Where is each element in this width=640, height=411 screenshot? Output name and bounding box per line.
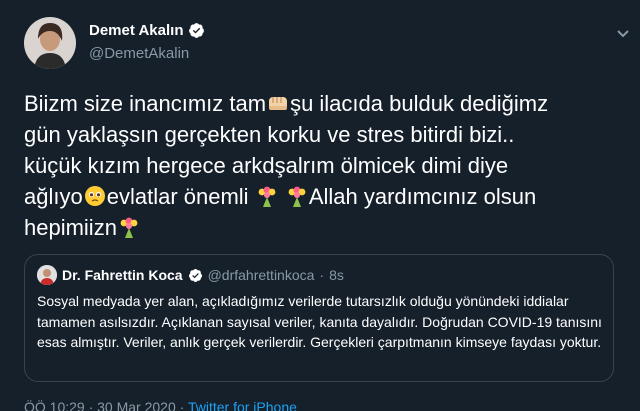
quoted-author-handle[interactable]: @drfahrettinkoca [208, 267, 315, 283]
tulip-bouquet-icon [258, 186, 276, 207]
tweet-timestamp[interactable]: ÖÖ 10:29 · 30 Mar 2020 · [24, 399, 184, 411]
tweet: Demet Akalın @DemetAkalin Biizm size ina… [0, 0, 640, 411]
tweet-text-line1a: Biizm size inancımız tam [24, 91, 267, 116]
chevron-down-icon[interactable] [616, 27, 630, 41]
verified-badge-icon [189, 23, 205, 38]
separator-dot: · [319, 267, 325, 283]
author-avatar[interactable] [24, 17, 76, 69]
quoted-author-name[interactable]: Dr. Fahrettin Koca [62, 267, 183, 283]
author-name[interactable]: Demet Akalın [89, 22, 183, 39]
quoted-tweet-time[interactable]: 8s [329, 267, 344, 283]
author-name-row[interactable]: Demet Akalın [89, 22, 205, 39]
pleading-face-icon [84, 186, 105, 206]
quoted-tweet[interactable]: Dr. Fahrettin Koca @drfahrettinkoca · 8s… [24, 254, 614, 382]
tweet-text-line3: küçük kızım hergece arkdşalrım ölmicek d… [24, 153, 509, 178]
tulip-bouquet-icon [120, 217, 138, 238]
tulip-bouquet-icon [288, 186, 306, 207]
tweet-text-line5: hepimiizn [24, 215, 117, 240]
tweet-text-line4b: evlatlar önemli [106, 184, 249, 209]
tweet-text-line4c: Allah yardımcınız olsun [308, 184, 537, 209]
tweet-text: Biizm size inancımız tam şu ilacıda buldu… [24, 88, 634, 243]
tweet-text-line1b: şu ilacıda bulduk dediğimz [290, 91, 549, 116]
tweet-text-line4a: ağlıyo [24, 184, 83, 209]
oncoming-fist-icon [269, 97, 288, 110]
quoted-tweet-text: Sosyal medyada yer alan, açıkladığımız v… [37, 293, 602, 350]
tweet-text-line2: gün yaklaşsın gerçekten korku ve stres b… [24, 122, 515, 147]
tweet-source-link[interactable]: Twitter for iPhone [188, 399, 297, 411]
quoted-tweet-header: Dr. Fahrettin Koca @drfahrettinkoca · 8s [37, 265, 344, 285]
verified-badge-icon [188, 268, 202, 282]
author-handle[interactable]: @DemetAkalin [89, 45, 189, 62]
quoted-author-avatar[interactable] [37, 265, 57, 285]
tweet-footer: ÖÖ 10:29 · 30 Mar 2020 · Twitter for iPh… [24, 399, 297, 411]
